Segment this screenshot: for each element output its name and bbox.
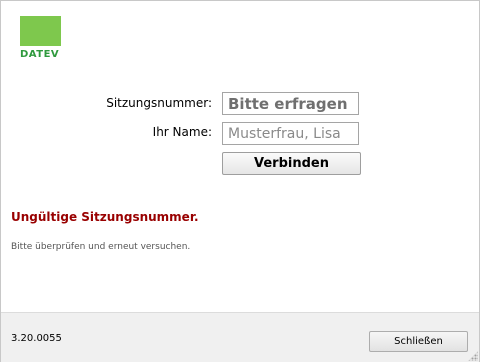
- datev-logo: DATEV: [20, 16, 61, 61]
- error-detail: Bitte überprüfen und erneut versuchen.: [11, 242, 191, 252]
- name-input[interactable]: [222, 122, 359, 145]
- close-button[interactable]: Schließen: [369, 331, 468, 352]
- dialog-window: DATEV Sitzungsnummer: Ihr Name: Verbinde…: [0, 0, 480, 362]
- version-label: 3.20.0055: [11, 333, 62, 344]
- name-label: Ihr Name:: [152, 125, 212, 139]
- logo-text: DATEV: [20, 49, 60, 60]
- session-number-input[interactable]: [222, 92, 359, 115]
- error-title: Ungültige Sitzungsnummer.: [11, 210, 199, 224]
- logo-square: [20, 16, 61, 46]
- connect-button[interactable]: Verbinden: [222, 152, 361, 175]
- resize-grip-icon[interactable]: [468, 351, 478, 361]
- session-number-label: Sitzungsnummer:: [106, 96, 212, 110]
- footer-bar: 3.20.0055 Schließen: [1, 312, 479, 362]
